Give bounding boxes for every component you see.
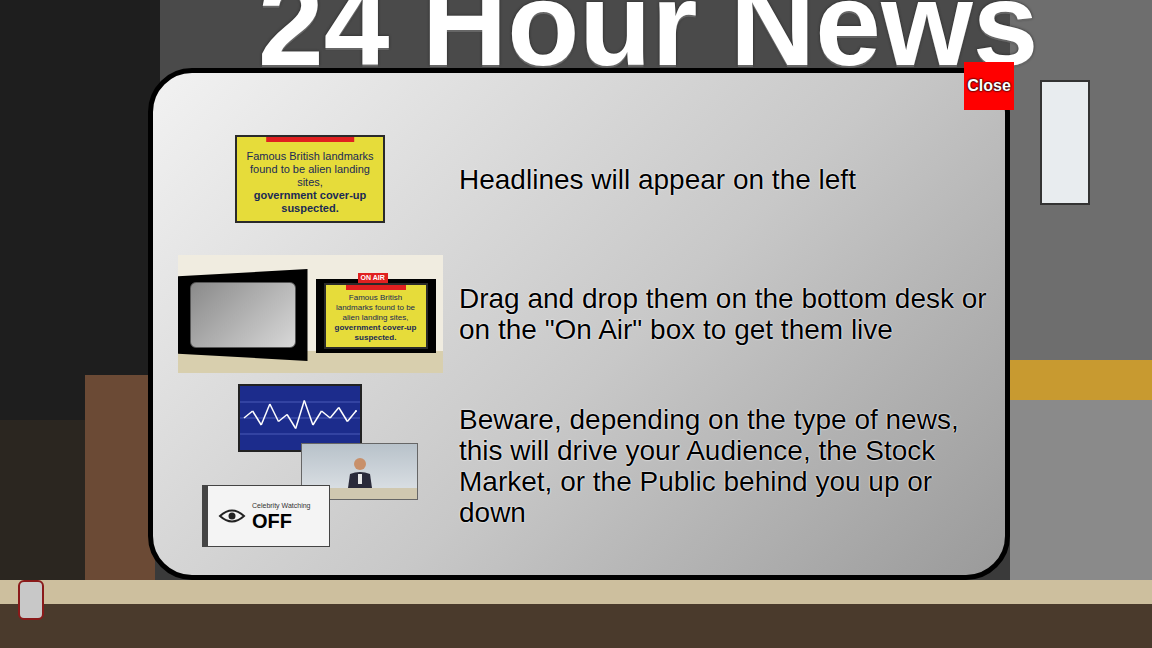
desk-front	[0, 604, 1152, 648]
illustration: Celebrity WatchingOFF	[165, 384, 455, 547]
instruction-text: Beware, depending on the type of news, t…	[459, 404, 989, 528]
tutorial-row: Famous British landmarks found to be ali…	[165, 135, 1005, 223]
desk-top	[0, 580, 1152, 604]
chart-segment	[296, 401, 305, 429]
headline-bold-text: government cover-up suspected.	[241, 189, 379, 215]
toggle-text: Celebrity WatchingOFF	[252, 501, 311, 532]
meters-scene: Celebrity WatchingOFF	[202, 384, 418, 547]
tutorial-dialog: Famous British landmarks found to be ali…	[148, 68, 1010, 580]
chart-segment	[322, 411, 331, 418]
cabinet	[85, 375, 155, 600]
desk-scene: Famous British landmarks found to be ali…	[178, 255, 443, 373]
chart-segment	[304, 401, 313, 426]
chart-segment	[253, 411, 262, 425]
close-button[interactable]: Close	[964, 62, 1014, 110]
on-air-box[interactable]: Famous British landmarks found to be ali…	[316, 279, 436, 353]
monitor-screen	[190, 282, 296, 348]
eye-icon	[218, 507, 246, 525]
stock-chart	[238, 384, 362, 452]
on-air-badge: ON AIR	[358, 273, 388, 283]
public-toggle[interactable]: Celebrity WatchingOFF	[202, 485, 330, 547]
instruction-text: Headlines will appear on the left	[459, 164, 989, 195]
chart-segment	[347, 411, 356, 422]
tutorial-row: Celebrity WatchingOFF Beware, depending o…	[165, 384, 1005, 547]
card-strip	[266, 137, 354, 142]
headline-card[interactable]: Famous British landmarks found to be ali…	[324, 283, 428, 349]
illustration: Famous British landmarks found to be ali…	[165, 255, 455, 373]
soda-can	[18, 580, 44, 620]
chart-segment	[339, 408, 348, 422]
chart-segment	[278, 415, 287, 422]
card-strip	[346, 285, 406, 290]
chart-segment	[330, 408, 339, 419]
chart-segment	[313, 411, 322, 425]
wall-stripe	[1010, 360, 1152, 400]
chart-segment	[244, 411, 253, 418]
game-scene: 24 Hour News Famous British landmarks fo…	[0, 0, 1152, 648]
chart-segment	[287, 415, 296, 429]
headline-bold-text: government cover-up suspected.	[330, 323, 422, 343]
instruction-text: Drag and drop them on the bottom desk or…	[459, 283, 989, 345]
stock-chart-plot	[240, 386, 360, 450]
toggle-value: OFF	[252, 510, 311, 532]
right-desk	[1010, 400, 1152, 590]
close-label: Close	[967, 74, 1011, 98]
wall-screen	[1040, 80, 1090, 205]
chart-point	[355, 410, 357, 412]
tutorial-row: Famous British landmarks found to be ali…	[165, 255, 1005, 373]
headline-card[interactable]: Famous British landmarks found to be ali…	[235, 135, 385, 223]
headline-text: Famous British landmarks found to be ali…	[241, 150, 379, 189]
toggle-label: Celebrity Watching	[252, 501, 311, 510]
chart-segment	[261, 404, 270, 425]
left-wall	[0, 0, 160, 420]
illustration: Famous British landmarks found to be ali…	[165, 135, 455, 223]
floor-left	[0, 420, 85, 600]
headline-text: Famous British landmarks found to be ali…	[330, 293, 422, 323]
desk-monitor	[178, 269, 308, 361]
chart-segment	[270, 404, 279, 422]
